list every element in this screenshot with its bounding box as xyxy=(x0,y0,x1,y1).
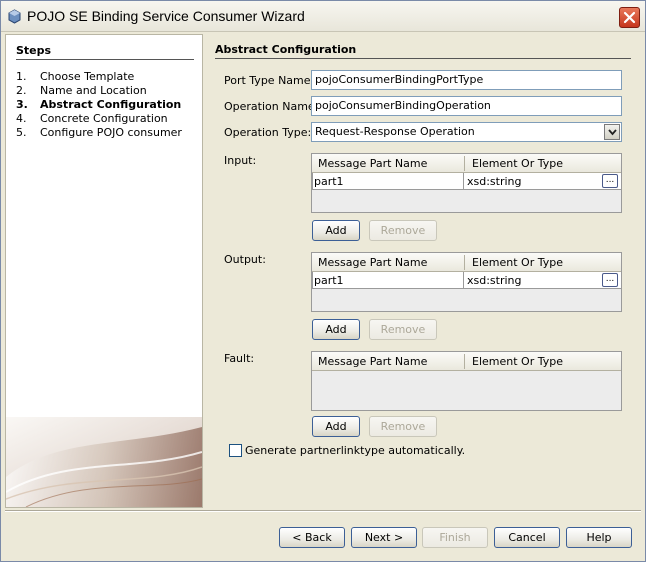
column-header-type[interactable]: Element Or Type xyxy=(472,256,563,269)
input-table[interactable]: Message Part Name Element Or Type part1 … xyxy=(311,153,622,213)
step-item: 2. Name and Location xyxy=(16,84,147,97)
browse-type-button[interactable]: ... xyxy=(602,273,618,287)
step-label: Configure POJO consumer xyxy=(40,126,182,139)
port-type-label: Port Type Name: xyxy=(224,74,315,87)
table-row[interactable]: part1 xsd:string ... xyxy=(312,272,621,289)
footer-divider-highlight xyxy=(5,511,641,512)
back-button[interactable]: < Back xyxy=(279,527,345,548)
column-separator xyxy=(464,354,465,369)
decorative-swoosh-image xyxy=(6,417,202,507)
help-button[interactable]: Help xyxy=(566,527,632,548)
wizard-window: POJO SE Binding Service Consumer Wizard … xyxy=(0,0,646,562)
part-name: part1 xyxy=(314,274,344,287)
input-label: Input: xyxy=(224,154,257,167)
close-button[interactable] xyxy=(619,7,640,28)
step-label: Choose Template xyxy=(40,70,135,83)
steps-heading: Steps xyxy=(16,44,52,57)
type-cell[interactable]: xsd:string ... xyxy=(464,272,621,289)
step-number: 1. xyxy=(16,70,27,83)
step-number: 3. xyxy=(16,98,28,111)
cancel-button[interactable]: Cancel xyxy=(494,527,560,548)
step-item: 4. Concrete Configuration xyxy=(16,112,168,125)
operation-type-value: Request-Response Operation xyxy=(315,125,475,138)
column-header-part[interactable]: Message Part Name xyxy=(318,157,427,170)
part-name: part1 xyxy=(314,175,344,188)
column-header-type[interactable]: Element Or Type xyxy=(472,355,563,368)
section-divider xyxy=(215,58,631,59)
fault-add-button[interactable]: Add xyxy=(312,416,360,437)
close-icon xyxy=(623,11,636,24)
window-title: POJO SE Binding Service Consumer Wizard xyxy=(27,8,305,24)
part-cell[interactable]: part1 xyxy=(312,272,464,289)
section-title: Abstract Configuration xyxy=(215,43,357,56)
column-header-type[interactable]: Element Or Type xyxy=(472,157,563,170)
steps-panel: Steps 1. Choose Template 2. Name and Locat… xyxy=(5,34,203,508)
chevron-down-icon xyxy=(608,129,617,136)
table-header: Message Part Name Element Or Type xyxy=(312,253,621,272)
step-label: Name and Location xyxy=(40,84,147,97)
table-header: Message Part Name Element Or Type xyxy=(312,352,621,371)
fault-table[interactable]: Message Part Name Element Or Type xyxy=(311,351,622,411)
step-item: 5. Configure POJO consumer xyxy=(16,126,182,139)
step-number: 4. xyxy=(16,112,27,125)
column-separator xyxy=(464,156,465,171)
output-table[interactable]: Message Part Name Element Or Type part1 … xyxy=(311,252,622,312)
step-number: 2. xyxy=(16,84,27,97)
element-type: xsd:string xyxy=(467,274,522,287)
main-content: Abstract Configuration Port Type Name: p… xyxy=(207,34,639,508)
output-remove-button[interactable]: Remove xyxy=(369,319,437,340)
fault-label: Fault: xyxy=(224,352,255,365)
type-cell[interactable]: xsd:string ... xyxy=(464,173,621,190)
operation-name-field[interactable]: pojoConsumerBindingOperation xyxy=(311,96,622,116)
operation-type-label: Operation Type: xyxy=(224,126,312,139)
step-label: Concrete Configuration xyxy=(40,112,168,125)
auto-partnerlink-label: Generate partnerlinktype automatically. xyxy=(245,444,466,457)
output-label: Output: xyxy=(224,253,266,266)
part-cell[interactable]: part1 xyxy=(312,173,464,190)
input-add-button[interactable]: Add xyxy=(312,220,360,241)
step-item: 1. Choose Template xyxy=(16,70,134,83)
fault-remove-button[interactable]: Remove xyxy=(369,416,437,437)
browse-type-button[interactable]: ... xyxy=(602,174,618,188)
column-header-part[interactable]: Message Part Name xyxy=(318,256,427,269)
next-button[interactable]: Next > xyxy=(351,527,417,548)
operation-type-select[interactable]: Request-Response Operation xyxy=(311,122,622,142)
dropdown-button[interactable] xyxy=(604,124,620,140)
table-row[interactable]: part1 xsd:string ... xyxy=(312,173,621,190)
step-number: 5. xyxy=(16,126,27,139)
port-type-field[interactable]: pojoConsumerBindingPortType xyxy=(311,70,622,90)
step-item-current: 3. Abstract Configuration xyxy=(16,98,181,111)
output-add-button[interactable]: Add xyxy=(312,319,360,340)
title-bar: POJO SE Binding Service Consumer Wizard xyxy=(1,1,645,32)
input-remove-button[interactable]: Remove xyxy=(369,220,437,241)
operation-name-label: Operation Name: xyxy=(224,100,319,113)
column-header-part[interactable]: Message Part Name xyxy=(318,355,427,368)
column-separator xyxy=(464,255,465,270)
step-label: Abstract Configuration xyxy=(40,98,182,111)
finish-button[interactable]: Finish xyxy=(422,527,488,548)
auto-partnerlink-checkbox[interactable] xyxy=(229,444,242,457)
element-type: xsd:string xyxy=(467,175,522,188)
table-header: Message Part Name Element Or Type xyxy=(312,154,621,173)
app-icon xyxy=(8,9,21,24)
steps-divider xyxy=(16,59,194,60)
